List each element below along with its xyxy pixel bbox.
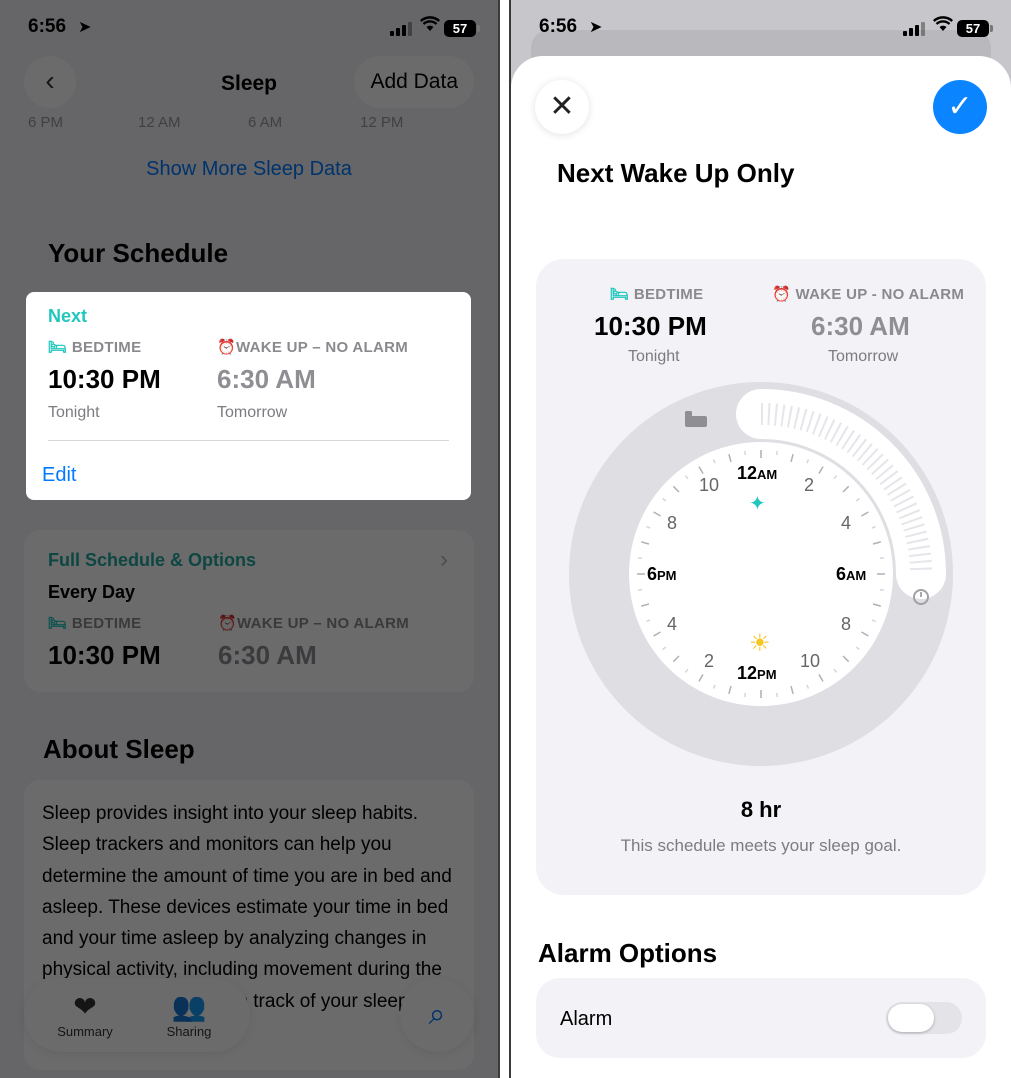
wake-label: ⏰ WAKE UP - NO ALARM <box>772 286 965 303</box>
axis-tick: 6 AM <box>248 114 283 131</box>
alarm-label: Alarm <box>560 1008 613 1030</box>
alarm-clock-icon: ⏰ <box>217 339 236 356</box>
bed-icon: 🛏 <box>610 286 630 303</box>
alarm-options-heading: Alarm Options <box>538 938 718 968</box>
schedule-days: Every Day <box>48 582 136 602</box>
alarm-clock-icon: ⏰ <box>772 286 791 303</box>
clock-tick <box>637 588 643 591</box>
status-bar: 6:56 ➤ 57 <box>511 14 1011 44</box>
axis-tick: 6 PM <box>28 114 64 131</box>
cellular-signal-icon <box>390 22 412 36</box>
clock-tick <box>744 692 747 698</box>
tab-label: Summary <box>57 1024 113 1039</box>
tab-label: Sharing <box>166 1024 212 1039</box>
tab-summary[interactable]: ❤ Summary <box>40 990 130 1039</box>
wake-value: 6:30 AM <box>217 364 316 394</box>
alarm-toggle[interactable] <box>886 1002 962 1034</box>
full-schedule-title: Full Schedule & Options <box>48 550 257 570</box>
status-time: 6:56 <box>28 16 67 37</box>
alarm-clock-icon: ⏰ <box>218 615 237 632</box>
tab-sharing[interactable]: 👥 Sharing <box>144 990 234 1039</box>
clock-hour-label: 8 <box>667 513 678 533</box>
bedtime-value: 10:30 PM <box>48 640 161 670</box>
chart-x-axis: 6 PM 12 AM 6 AM 12 PM <box>28 114 468 132</box>
sleep-duration: 8 hr <box>740 797 782 822</box>
chevron-right-icon: › <box>440 546 448 573</box>
clock-tick <box>775 692 778 698</box>
alarm-row: Alarm <box>536 978 986 1058</box>
clock-hour-label: 2 <box>804 475 815 495</box>
about-sleep-heading: About Sleep <box>43 734 195 764</box>
search-button[interactable]: ⌕ <box>400 978 474 1052</box>
bedtime-label: 🛏 BEDTIME <box>610 286 704 303</box>
clock-label-top: 12AM <box>737 463 778 483</box>
show-more-sleep-data-link[interactable]: Show More Sleep Data <box>0 158 498 181</box>
clock-tick <box>879 557 885 560</box>
your-schedule-heading: Your Schedule <box>48 238 229 268</box>
battery-icon: 57 <box>957 20 993 37</box>
clock-label-bottom: 12PM <box>737 663 777 683</box>
clock-tick <box>775 450 778 456</box>
axis-tick: 12 PM <box>360 114 404 131</box>
bedtime-label: 🛏 BEDTIME <box>48 339 142 356</box>
battery-icon: 57 <box>444 20 480 37</box>
clock-hour-label: 2 <box>704 651 715 671</box>
wake-value: 6:30 AM <box>218 640 317 670</box>
sheet-title: Next Wake Up Only <box>557 158 795 188</box>
wake-label: ⏰WAKE UP – NO ALARM <box>218 615 410 632</box>
clock-tick <box>637 557 643 560</box>
sparkle-icon: ✦ <box>749 493 766 515</box>
bedtime-day: Tonight <box>628 348 680 365</box>
sleep-goal-text: This schedule meets your sleep goal. <box>620 836 902 855</box>
clock-hour-label: 8 <box>841 614 852 634</box>
next-schedule-card[interactable]: Next 🛏 BEDTIME ⏰WAKE UP – NO ALARM 10:30… <box>26 292 471 500</box>
clock-tick <box>744 450 747 456</box>
edit-button[interactable]: Edit <box>42 464 76 487</box>
edit-schedule-sheet: ✕ ✓ Next Wake Up Only 🛏 BEDTIME ⏰ WAKE U… <box>511 56 1011 1078</box>
clock-label-right: 6AM <box>836 564 867 584</box>
close-icon: ✕ <box>549 90 575 123</box>
divider <box>48 440 449 441</box>
bedtime-value: 10:30 PM <box>48 364 161 394</box>
clock-tick <box>879 588 885 591</box>
cellular-signal-icon <box>903 22 925 36</box>
sleep-schedule-dial[interactable] <box>568 381 954 767</box>
clock-hour-label: 4 <box>667 614 678 634</box>
next-label: Next <box>48 306 88 326</box>
close-button[interactable]: ✕ <box>535 80 589 134</box>
bed-icon: 🛏 <box>48 615 68 632</box>
add-data-button[interactable]: Add Data <box>354 56 474 108</box>
bedtime-label: 🛏 BEDTIME <box>48 615 142 632</box>
status-bar: 6:56 ➤ 57 <box>0 14 498 44</box>
location-arrow-icon: ➤ <box>78 19 92 36</box>
location-arrow-icon: ➤ <box>589 19 603 36</box>
wake-value: 6:30 AM <box>811 311 910 341</box>
bed-icon: 🛏 <box>48 339 68 356</box>
schedule-card: 🛏 BEDTIME ⏰ WAKE UP - NO ALARM 10:30 PM … <box>536 259 986 895</box>
clock-hour-label: 4 <box>841 513 852 533</box>
clock-hour-label: 10 <box>800 651 821 671</box>
full-schedule-card[interactable]: Full Schedule & Options › Every Day 🛏 BE… <box>24 530 474 692</box>
wifi-icon <box>419 16 441 37</box>
phone-right: 6:56 ➤ 57 ✕ ✓ Next Wake Up Only 🛏 BEDTIM… <box>511 0 1011 1078</box>
wake-label: ⏰WAKE UP – NO ALARM <box>217 339 409 356</box>
confirm-button[interactable]: ✓ <box>933 80 987 134</box>
status-time: 6:56 <box>539 16 578 37</box>
wake-day: Tomorrow <box>217 404 288 421</box>
phone-left: 6:56 ➤ 57 ‹ Sleep Add Data 6 PM 12 AM 6 … <box>0 0 498 1078</box>
axis-tick: 12 AM <box>138 114 181 131</box>
heart-icon: ❤ <box>73 991 97 1022</box>
tab-bar: ❤ Summary 👥 Sharing <box>24 978 250 1052</box>
bedtime-value: 10:30 PM <box>594 311 707 341</box>
wifi-icon <box>932 16 954 37</box>
sun-icon: ☀ <box>749 630 771 657</box>
clock-label-left: 6PM <box>647 564 677 584</box>
bedtime-day: Tonight <box>48 404 100 421</box>
search-icon: ⌕ <box>428 998 446 1031</box>
clock-hour-label: 10 <box>699 475 720 495</box>
wake-day: Tomorrow <box>828 348 899 365</box>
checkmark-icon: ✓ <box>947 90 973 123</box>
screenshot-divider <box>498 0 511 1078</box>
people-icon: 👥 <box>171 991 207 1022</box>
